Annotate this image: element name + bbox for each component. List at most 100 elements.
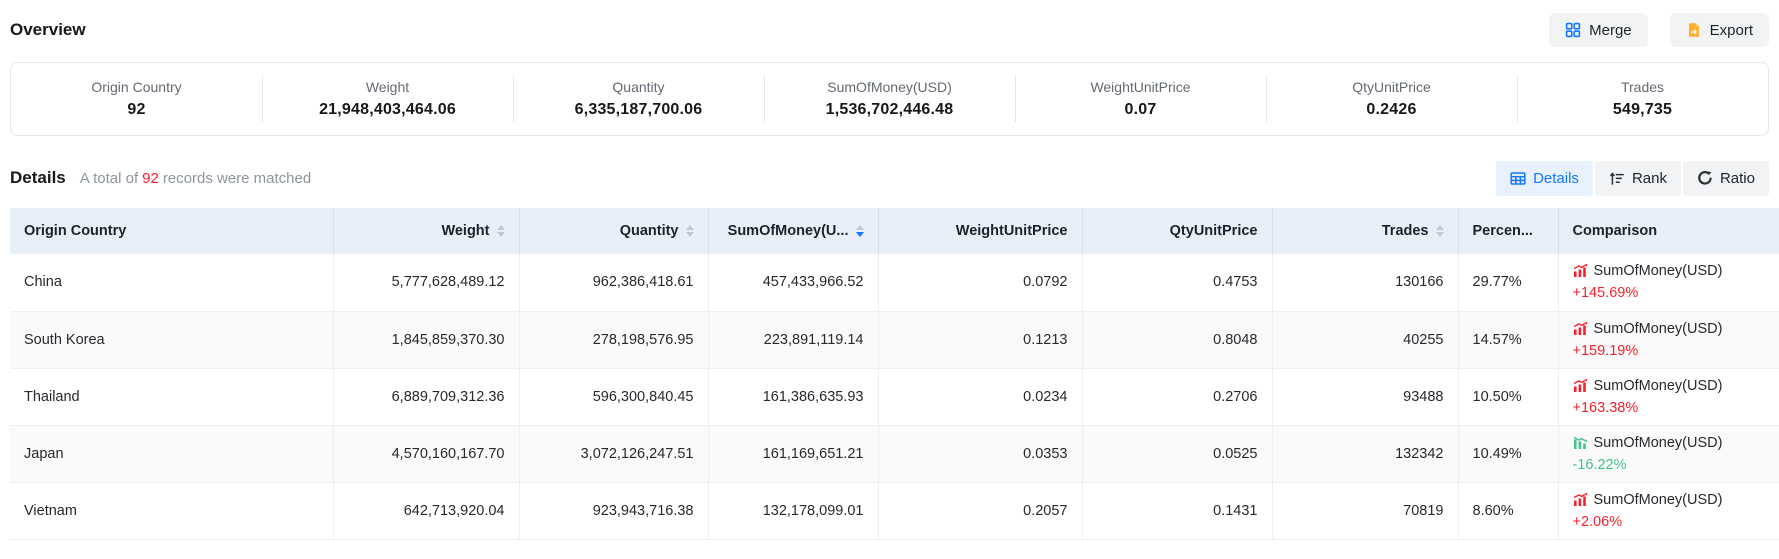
stat-origin-country: Origin Country 92 (11, 73, 262, 125)
col-qty-unit-price: QtyUnitPrice (1082, 208, 1272, 254)
percentage-cell: 29.77% (1458, 254, 1558, 311)
export-button[interactable]: Export (1670, 13, 1769, 47)
sort-control-sum-of-money[interactable] (856, 225, 864, 237)
stat-trades: Trades 549,735 (1517, 73, 1768, 125)
comparison-cell: SumOfMoney(USD)+159.19% (1558, 311, 1779, 368)
col-quantity[interactable]: Quantity (519, 208, 708, 254)
trend-chart-icon (1573, 493, 1588, 507)
trades-cell: 40255 (1272, 311, 1458, 368)
quantity-cell: 923,943,716.38 (519, 482, 708, 539)
details-heading: Details A total of92records were matched (10, 168, 311, 188)
comparison-metric-label: SumOfMoney(USD) (1594, 432, 1723, 454)
table-row: Thailand6,889,709,312.36596,300,840.4516… (10, 368, 1779, 425)
table-row: Japan4,570,160,167.703,072,126,247.51161… (10, 425, 1779, 482)
details-title: Details (10, 168, 66, 188)
percentage-cell: 10.50% (1458, 368, 1558, 425)
tab-rank-view[interactable]: Rank (1595, 161, 1681, 196)
percentage-cell: 8.60% (1458, 482, 1558, 539)
details-bar: Details A total of92records were matched… (10, 160, 1769, 196)
quantity-cell: 3,072,126,247.51 (519, 425, 708, 482)
comparison-cell: SumOfMoney(USD)+2.06% (1558, 482, 1779, 539)
details-table: Origin Country Weight Quantity SumOfMone… (10, 208, 1779, 540)
view-switcher: Details Rank (1496, 161, 1769, 196)
tab-label: Details (1533, 170, 1579, 187)
col-origin-country: Origin Country (10, 208, 333, 254)
sort-control-trades[interactable] (1436, 225, 1444, 237)
qty-unit-price-cell: 0.1431 (1082, 482, 1272, 539)
tab-details-view[interactable]: Details (1496, 161, 1593, 196)
stat-weight-unit-price: WeightUnitPrice 0.07 (1015, 73, 1266, 125)
comparison-cell: SumOfMoney(USD)+145.69% (1558, 254, 1779, 311)
sort-control-quantity[interactable] (686, 225, 694, 237)
export-file-icon (1686, 22, 1702, 38)
col-sum-of-money[interactable]: SumOfMoney(U... (708, 208, 878, 254)
sum-of-money-cell: 457,433,966.52 (708, 254, 878, 311)
col-trades[interactable]: Trades (1272, 208, 1458, 254)
weight-unit-price-cell: 0.1213 (878, 311, 1082, 368)
weight-cell: 4,570,160,167.70 (333, 425, 519, 482)
table-row: Vietnam642,713,920.04923,943,716.38132,1… (10, 482, 1779, 539)
stat-value: 0.07 (1019, 101, 1262, 119)
sum-of-money-cell: 161,386,635.93 (708, 368, 878, 425)
comparison-change-value: +159.19% (1573, 340, 1779, 362)
col-percentage: Percen... (1458, 208, 1558, 254)
ratio-pie-icon (1697, 170, 1713, 186)
stat-quantity: Quantity 6,335,187,700.06 (513, 73, 764, 125)
stat-label: Weight (266, 79, 509, 95)
trades-cell: 132342 (1272, 425, 1458, 482)
quantity-cell: 278,198,576.95 (519, 311, 708, 368)
trades-cell: 93488 (1272, 368, 1458, 425)
page-title: Overview (10, 20, 86, 40)
origin-country-cell: Japan (10, 425, 333, 482)
details-summary: A total of92records were matched (80, 170, 311, 187)
rank-sort-icon (1609, 171, 1625, 186)
overview-stats-card: Origin Country 92 Weight 21,948,403,464.… (10, 62, 1769, 136)
col-comparison: Comparison (1558, 208, 1779, 254)
qty-unit-price-cell: 0.4753 (1082, 254, 1272, 311)
stat-weight: Weight 21,948,403,464.06 (262, 73, 513, 125)
comparison-metric-label: SumOfMoney(USD) (1594, 375, 1723, 397)
weight-cell: 5,777,628,489.12 (333, 254, 519, 311)
trend-chart-icon (1573, 264, 1588, 278)
trend-chart-icon (1573, 379, 1588, 393)
stat-qty-unit-price: QtyUnitPrice 0.2426 (1266, 73, 1517, 125)
comparison-cell: SumOfMoney(USD)-16.22% (1558, 425, 1779, 482)
sort-control-weight[interactable] (497, 225, 505, 237)
origin-country-cell: China (10, 254, 333, 311)
stat-value: 21,948,403,464.06 (266, 101, 509, 119)
stat-value: 1,536,702,446.48 (768, 101, 1011, 119)
stat-sum-of-money: SumOfMoney(USD) 1,536,702,446.48 (764, 73, 1015, 125)
tab-ratio-view[interactable]: Ratio (1683, 161, 1769, 196)
export-button-label: Export (1710, 22, 1753, 39)
top-bar: Overview Merge (10, 12, 1769, 48)
comparison-metric-label: SumOfMoney(USD) (1594, 318, 1723, 340)
origin-country-cell: South Korea (10, 311, 333, 368)
trend-chart-icon (1573, 436, 1588, 450)
stat-label: SumOfMoney(USD) (768, 79, 1011, 95)
stat-label: Trades (1521, 79, 1764, 95)
weight-unit-price-cell: 0.0353 (878, 425, 1082, 482)
stat-label: WeightUnitPrice (1019, 79, 1262, 95)
stat-value: 549,735 (1521, 101, 1764, 119)
weight-cell: 642,713,920.04 (333, 482, 519, 539)
record-count: 92 (138, 170, 163, 187)
sum-of-money-cell: 132,178,099.01 (708, 482, 878, 539)
origin-country-cell: Thailand (10, 368, 333, 425)
details-table-wrap: Origin Country Weight Quantity SumOfMone… (10, 208, 1779, 540)
quantity-cell: 596,300,840.45 (519, 368, 708, 425)
percentage-cell: 10.49% (1458, 425, 1558, 482)
comparison-change-value: +163.38% (1573, 397, 1779, 419)
weight-unit-price-cell: 0.0792 (878, 254, 1082, 311)
comparison-change-value: +2.06% (1573, 511, 1779, 533)
stat-value: 92 (15, 101, 258, 119)
comparison-metric-label: SumOfMoney(USD) (1594, 260, 1723, 282)
page: Overview Merge (0, 12, 1779, 196)
qty-unit-price-cell: 0.0525 (1082, 425, 1272, 482)
weight-cell: 6,889,709,312.36 (333, 368, 519, 425)
table-row: South Korea1,845,859,370.30278,198,576.9… (10, 311, 1779, 368)
top-actions: Merge Export (1549, 13, 1769, 47)
table-grid-icon (1510, 171, 1526, 186)
table-row: China5,777,628,489.12962,386,418.61457,4… (10, 254, 1779, 311)
merge-button[interactable]: Merge (1549, 13, 1648, 47)
col-weight[interactable]: Weight (333, 208, 519, 254)
